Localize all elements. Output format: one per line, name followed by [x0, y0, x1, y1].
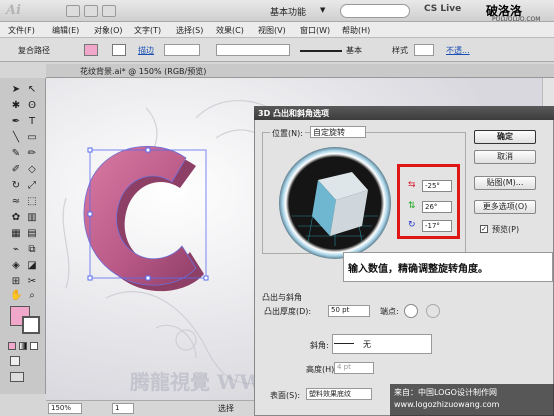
rotate-tool-icon[interactable]: ↻	[10, 180, 22, 192]
menu-help[interactable]: 帮助(H)	[342, 25, 370, 36]
menu-edit[interactable]: 编辑(E)	[52, 25, 79, 36]
minibridge-icon[interactable]	[84, 5, 98, 17]
cap-off-icon[interactable]	[426, 304, 440, 318]
mesh-tool-icon[interactable]: ▦	[10, 228, 22, 240]
style-dropdown[interactable]	[414, 44, 434, 56]
fill-color-swatch[interactable]	[84, 44, 98, 56]
bevel-preview-line	[334, 343, 354, 344]
stroke-color-box[interactable]	[22, 316, 40, 334]
status-mode: 选择	[218, 404, 234, 413]
position-dropdown[interactable]: 自定旋转	[310, 126, 366, 138]
stroke-weight-dropdown[interactable]	[164, 44, 200, 56]
document-tab[interactable]: 花纹背景.ai* @ 150% (RGB/预览)	[80, 66, 206, 77]
opacity-link[interactable]: 不透...	[446, 45, 470, 56]
blend-tool-icon[interactable]: ⧉	[26, 244, 38, 256]
page-field[interactable]: 1	[112, 403, 134, 414]
variable-width-dropdown[interactable]	[216, 44, 290, 56]
menu-file[interactable]: 文件(F)	[8, 25, 35, 36]
bevel-label: 斜角:	[310, 341, 329, 350]
blob-brush-icon[interactable]: ✐	[10, 164, 22, 176]
artboard-tool-icon[interactable]: ⊞	[10, 276, 22, 288]
surface-label: 表面(S):	[270, 391, 301, 400]
selection-type-label: 复合路径	[18, 46, 50, 55]
menu-window[interactable]: 窗口(W)	[300, 25, 330, 36]
scissors-icon[interactable]: ✂	[26, 276, 38, 288]
cs-live-button[interactable]: CS Live	[424, 4, 461, 14]
menu-select[interactable]: 选择(S)	[176, 25, 203, 36]
menu-type[interactable]: 文字(T)	[134, 25, 161, 36]
eraser-icon[interactable]: ◇	[26, 164, 38, 176]
extrude-depth-input[interactable]: 50 pt	[328, 305, 370, 317]
footer-watermark: 来自：中国LOGO设计制作网 www.logozhizuowang.com	[390, 384, 554, 416]
preview-label: 预览(P)	[492, 225, 520, 234]
workspace-switcher[interactable]: 基本功能	[270, 5, 306, 18]
surface-dropdown[interactable]: 塑料效果底纹	[306, 388, 372, 400]
gradient-tool-icon[interactable]: ▤	[26, 228, 38, 240]
warp-tool-icon[interactable]: ≈	[10, 196, 22, 208]
map-button[interactable]: 贴图(M)...	[474, 176, 536, 190]
height-input[interactable]: 4 pt	[334, 362, 374, 374]
rectangle-tool-icon[interactable]: ▭	[26, 132, 38, 144]
type-tool-icon[interactable]: T	[26, 116, 38, 128]
style-label: 样式	[392, 46, 408, 55]
footer-watermark-line1: 来自：中国LOGO设计制作网	[394, 388, 497, 397]
live-paint-icon[interactable]: ◈	[10, 260, 22, 272]
screen-mode-icon[interactable]	[10, 372, 24, 382]
rotation-track-cube[interactable]	[278, 146, 392, 260]
eyedropper-icon[interactable]: ⌁	[10, 244, 22, 256]
footer-watermark-line2: www.logozhizuowang.com	[394, 400, 500, 409]
ok-button[interactable]: 确定	[474, 130, 536, 144]
pencil-tool-icon[interactable]: ✏	[26, 148, 38, 160]
magic-wand-icon[interactable]: ✱	[10, 100, 22, 112]
menu-view[interactable]: 视图(V)	[258, 25, 286, 36]
direct-selection-tool-icon[interactable]: ↖	[26, 84, 38, 96]
cap-on-icon[interactable]	[404, 304, 418, 318]
dialog-title: 3D 凸出和斜角选项	[254, 106, 554, 120]
zoom-tool-icon[interactable]: ⌕	[26, 290, 38, 302]
track-cube-graphic	[279, 147, 391, 259]
gradient-mode-icon[interactable]	[19, 342, 27, 350]
help-search-input[interactable]	[340, 4, 410, 18]
slice-tool-icon[interactable]: ◪	[26, 260, 38, 272]
scale-tool-icon[interactable]: ⤢	[26, 180, 38, 192]
position-label: 位置(N):	[270, 128, 305, 139]
pen-tool-icon[interactable]: ✒	[10, 116, 22, 128]
draw-mode-icon[interactable]	[10, 356, 20, 366]
stroke-color-swatch[interactable]	[112, 44, 126, 56]
height-label: 高度(H):	[306, 365, 337, 374]
brush-tool-icon[interactable]: ✎	[10, 148, 22, 160]
bridge-icon[interactable]	[66, 5, 80, 17]
graph-tool-icon[interactable]: ▥	[26, 212, 38, 224]
zoom-field[interactable]: 150%	[48, 403, 82, 414]
extrude-section-label: 凸出与斜角	[262, 293, 302, 302]
app-logo: Ai	[6, 3, 22, 18]
stroke-preview	[300, 50, 342, 52]
chevron-down-icon[interactable]: ▼	[320, 6, 325, 14]
none-mode-icon[interactable]	[30, 342, 38, 350]
menu-effect[interactable]: 效果(C)	[216, 25, 244, 36]
line-tool-icon[interactable]: ╲	[10, 132, 22, 144]
more-options-button[interactable]: 更多选项(O)	[474, 200, 536, 214]
extrude-depth-label: 凸出厚度(D):	[264, 307, 312, 316]
color-mode-icon[interactable]	[8, 342, 16, 350]
instruction-callout: 输入数值，精确调整旋转角度。	[343, 252, 553, 282]
highlight-box	[397, 164, 460, 239]
stroke-label[interactable]: 描边	[138, 45, 154, 56]
free-transform-icon[interactable]: ⬚	[26, 196, 38, 208]
bevel-dropdown[interactable]: 无	[332, 334, 432, 354]
lasso-icon[interactable]: ʘ	[26, 100, 38, 112]
preview-checkbox[interactable]: ✓	[480, 225, 488, 233]
arrange-docs-icon[interactable]	[102, 5, 116, 17]
menu-object[interactable]: 对象(O)	[94, 25, 123, 36]
cancel-button[interactable]: 取消	[474, 150, 536, 164]
cap-label: 端点:	[380, 307, 399, 316]
selection-tool-icon[interactable]: ➤	[10, 84, 22, 96]
hand-tool-icon[interactable]: ✋	[10, 290, 22, 302]
symbol-sprayer-icon[interactable]: ✿	[10, 212, 22, 224]
brush-label[interactable]: 基本	[346, 45, 362, 56]
